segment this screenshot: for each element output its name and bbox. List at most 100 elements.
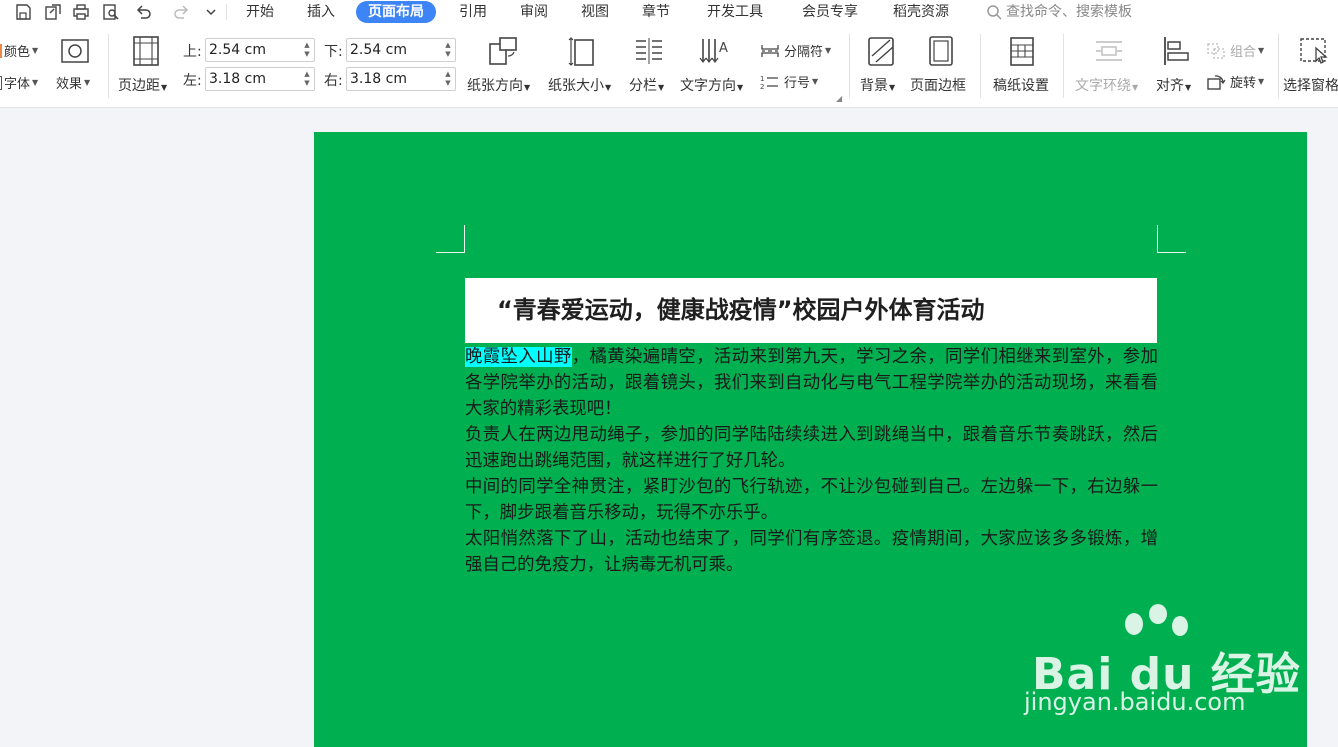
text-wrap-icon[interactable] (1092, 34, 1126, 68)
page-border-button[interactable]: 页面边框 (910, 75, 966, 95)
align-label: 对齐 (1156, 78, 1184, 94)
tab-page-layout[interactable]: 页面布局 (356, 1, 436, 23)
tab-chapter[interactable]: 章节 (630, 0, 682, 24)
spinner-icon[interactable]: ▲ ▼ (444, 70, 452, 88)
effect-label: 效果 (56, 77, 83, 92)
redo-icon[interactable] (168, 2, 194, 22)
color-label: 颜色 (4, 45, 31, 60)
spinner-icon[interactable]: ▲ ▼ (303, 70, 311, 88)
crop-mark-top-right (1157, 225, 1186, 253)
paper-size-label: 纸张大小 (548, 78, 604, 94)
ribbon-divider (1063, 34, 1064, 98)
color-swatch-icon (0, 43, 2, 58)
print-icon[interactable] (70, 2, 92, 22)
tab-insert[interactable]: 插入 (295, 0, 347, 24)
rotate-icon (1207, 74, 1226, 90)
customize-chevron-down-icon[interactable] (200, 2, 222, 22)
ribbon-divider (108, 34, 109, 98)
highlighted-selection: 晚霞坠入山野 (465, 347, 572, 367)
group-icon (1207, 42, 1225, 59)
background-button[interactable]: 背景▼ (860, 75, 895, 95)
tab-review[interactable]: 审阅 (508, 0, 560, 24)
selection-pane-icon[interactable] (1298, 34, 1332, 68)
manuscript-button[interactable]: 稿纸设置 (993, 75, 1049, 95)
text-wrap-button[interactable]: 文字环绕▼ (1075, 75, 1138, 95)
align-icon[interactable] (1160, 34, 1194, 68)
background-label: 背景 (860, 78, 888, 94)
ribbon-page-layout: 颜色 ▼ 字体 ▼ 效果 ▼ 页边距▼ 上: 2.54 cm ▲ ▼ 左: 3.18 c… (0, 24, 1338, 108)
bottom-margin-field[interactable]: 2.54 cm ▲ ▼ (346, 38, 456, 62)
spinner-icon[interactable]: ▲ ▼ (303, 41, 311, 59)
svg-text:2: 2 (760, 83, 764, 90)
bottom-margin-label: 下: (324, 44, 343, 60)
search-icon (987, 5, 1002, 20)
print-preview-icon[interactable] (100, 2, 122, 22)
text-direction-button[interactable]: 文字方向▼ (680, 75, 743, 95)
theme-color-button[interactable]: 颜色 ▼ (0, 41, 38, 60)
effect-icon[interactable] (60, 36, 90, 66)
command-search[interactable]: 查找命令、搜索模板 (986, 0, 1132, 24)
svg-text:A: A (719, 41, 728, 56)
export-icon[interactable] (42, 2, 64, 22)
title-textbox[interactable]: “青春爱运动，健康战疫情”校园户外体育活动 (465, 278, 1157, 343)
margins-icon[interactable] (129, 34, 163, 68)
background-icon[interactable] (864, 34, 898, 68)
tab-developer[interactable]: 开发工具 (695, 0, 775, 24)
tab-start[interactable]: 开始 (234, 0, 286, 24)
right-margin-field[interactable]: 3.18 cm ▲ ▼ (346, 67, 456, 91)
tab-docer[interactable]: 稻壳资源 (881, 0, 961, 24)
crop-mark-top-left (436, 225, 465, 253)
orientation-button[interactable]: 纸张方向▼ (467, 75, 530, 95)
rotate-button[interactable]: 旋转 ▼ (1206, 72, 1264, 91)
spinner-icon[interactable]: ▲ ▼ (444, 41, 452, 59)
top-margin-value: 2.54 cm (209, 42, 266, 58)
margins-button[interactable]: 页边距▼ (118, 75, 167, 95)
ribbon-divider (849, 34, 850, 98)
save-icon[interactable] (12, 2, 34, 22)
effect-button[interactable]: 效果 ▼ (56, 73, 90, 92)
line-number-label: 行号 (784, 76, 811, 91)
left-margin-label: 左: (183, 73, 202, 89)
ribbon-divider (1278, 34, 1279, 98)
document-body[interactable]: 晚霞坠入山野，橘黄染遍晴空，活动来到第九天，学习之余，同学们相继来到室外，参加各… (465, 344, 1158, 578)
separator-button[interactable]: 分隔符 ▼ (760, 41, 831, 60)
paragraph: 负责人在两边甩动绳子，参加的同学陆陆续续进入到跳绳当中，跟着音乐节奏跳跃，然后迅… (465, 425, 1158, 471)
paper-size-icon[interactable] (566, 34, 600, 68)
group-button[interactable]: 组合 ▼ (1206, 41, 1264, 60)
bottom-margin-value: 2.54 cm (350, 42, 407, 58)
paper-size-button[interactable]: 纸张大小▼ (548, 75, 611, 95)
baidu-jingyan-watermark: Bai du 经验 jingyan.baidu.com (1024, 604, 1300, 724)
orientation-icon[interactable] (486, 34, 520, 68)
page-border-icon[interactable] (924, 34, 958, 68)
selection-pane-label: 选择窗格 (1283, 78, 1338, 94)
menu-divider (226, 4, 227, 20)
left-margin-field[interactable]: 3.18 cm ▲ ▼ (205, 67, 315, 91)
left-margin-value: 3.18 cm (209, 71, 266, 87)
dialog-launcher-icon[interactable]: ◢ (836, 94, 842, 103)
theme-font-button[interactable]: 字体 ▼ (0, 73, 38, 92)
watermark-url: jingyan.baidu.com (1024, 688, 1246, 716)
columns-icon[interactable] (632, 34, 666, 68)
tab-references[interactable]: 引用 (447, 0, 499, 24)
page-break-icon (761, 44, 779, 57)
svg-text:1: 1 (760, 75, 764, 83)
align-button[interactable]: 对齐▼ (1156, 75, 1191, 95)
font-icon (0, 75, 2, 90)
tab-view[interactable]: 视图 (569, 0, 621, 24)
text-direction-icon[interactable]: A (698, 34, 732, 68)
columns-button[interactable]: 分栏▼ (629, 75, 664, 95)
text-wrap-label: 文字环绕 (1075, 78, 1131, 94)
top-margin-label: 上: (183, 44, 202, 60)
separator-label: 分隔符 (784, 45, 824, 60)
manuscript-grid-icon[interactable] (1005, 34, 1039, 68)
selection-pane-button[interactable]: 选择窗格 (1283, 75, 1338, 95)
tab-member[interactable]: 会员专享 (790, 0, 870, 24)
paragraph: 晚霞坠入山野，橘黄染遍晴空，活动来到第九天，学习之余，同学们相继来到室外，参加各… (465, 344, 1158, 422)
top-margin-field[interactable]: 2.54 cm ▲ ▼ (205, 38, 315, 62)
font-label: 字体 (4, 77, 31, 92)
undo-icon[interactable] (130, 2, 158, 22)
columns-label: 分栏 (629, 78, 657, 94)
group-label: 组合 (1230, 45, 1257, 60)
line-number-button[interactable]: 12 行号 ▼ (760, 72, 818, 92)
right-margin-label: 右: (324, 73, 343, 89)
